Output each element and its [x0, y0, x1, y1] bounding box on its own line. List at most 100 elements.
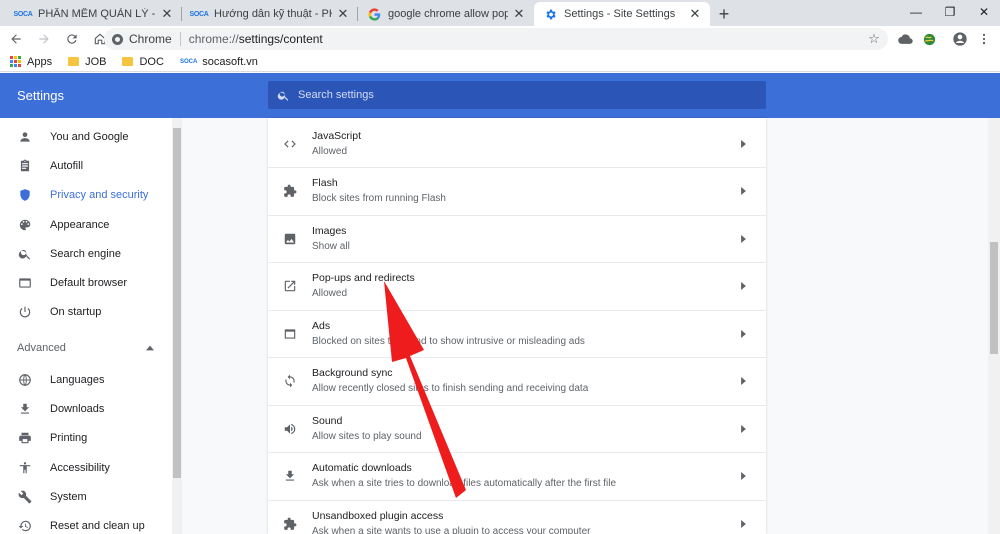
sidebar-item-autofill[interactable]: Autofill — [0, 151, 172, 180]
setting-row-sound[interactable]: Sound Allow sites to play sound — [268, 405, 766, 452]
url-path: settings/content — [238, 32, 323, 46]
bookmark-label: Apps — [27, 55, 53, 68]
setting-title: Images — [312, 225, 347, 237]
person-icon — [17, 129, 33, 145]
browser-tab[interactable]: google chrome allow pop ups - Google ✕ — [358, 2, 534, 26]
sidebar-item-privacy-and-security[interactable]: Privacy and security — [0, 181, 172, 210]
browser-tab-active[interactable]: Settings - Site Settings ✕ — [534, 2, 710, 26]
sidebar-item-label: Languages — [50, 373, 105, 386]
setting-title: Sound — [312, 415, 343, 427]
sidebar-advanced-toggle[interactable]: Advanced — [0, 333, 172, 362]
tab-close-icon[interactable]: ✕ — [512, 6, 526, 22]
sidebar-item-default-browser[interactable]: Default browser — [0, 268, 172, 297]
chevron-up-icon — [146, 342, 154, 354]
setting-subtitle: Blocked on sites that tend to show intru… — [312, 336, 585, 347]
sidebar-item-accessibility[interactable]: Accessibility — [0, 453, 172, 482]
sidebar-item-label: Reset and clean up — [50, 520, 145, 533]
setting-row-javascript[interactable]: JavaScript Allowed — [268, 120, 766, 167]
globe-icon — [17, 372, 33, 388]
sidebar-item-printing[interactable]: Printing — [0, 424, 172, 453]
reload-icon[interactable] — [60, 27, 84, 51]
bookmark-label: JOB — [85, 55, 107, 68]
setting-row-unsandboxed-plugin-access[interactable]: Unsandboxed plugin access Ask when a site… — [268, 500, 766, 534]
socasoft-favicon-icon: SOCA — [13, 10, 33, 18]
sidebar-section-label: Advanced — [17, 341, 66, 354]
sidebar-item-label: Search engine — [50, 247, 121, 260]
setting-subtitle: Ask when a site wants to use a plugin to… — [312, 526, 591, 534]
setting-title: Automatic downloads — [312, 462, 412, 474]
setting-title: JavaScript — [312, 129, 362, 142]
site-info-chip[interactable]: Chrome — [104, 32, 181, 46]
browser-toolbar: Chrome chrome://settings/content ☆ — [0, 26, 1000, 52]
sidebar-item-downloads[interactable]: Downloads — [0, 394, 172, 423]
chevron-right-icon — [720, 139, 766, 148]
tab-close-icon[interactable]: ✕ — [160, 6, 174, 22]
sidebar-item-label: Downloads — [50, 403, 105, 416]
chevron-right-icon — [720, 187, 766, 195]
setting-row-background-sync[interactable]: Background sync Allow recently closed sit… — [268, 357, 766, 404]
globe-extension-icon[interactable] — [920, 30, 938, 48]
minimize-icon[interactable]: — — [898, 0, 934, 24]
url-scheme: chrome:// — [188, 32, 239, 46]
page-scrollbar[interactable] — [988, 118, 1000, 534]
setting-title: Background sync — [312, 367, 393, 379]
setting-row-popups-and-redirects[interactable]: Pop-ups and redirects Allowed — [268, 262, 766, 309]
tab-title: Hướng dẫn kỹ thuật - PHẦN MỀM — [214, 8, 332, 20]
bookmark-star-icon[interactable]: ☆ — [864, 31, 884, 47]
setting-row-automatic-downloads[interactable]: Automatic downloads Ask when a site tries… — [268, 452, 766, 499]
bookmark-socasoft[interactable]: SOCA socasoft.vn — [180, 56, 258, 68]
setting-row-flash[interactable]: Flash Block sites from running Flash — [268, 167, 766, 214]
folder-icon — [68, 57, 80, 66]
sidebar-item-label: Accessibility — [50, 461, 110, 474]
tab-close-icon[interactable]: ✕ — [336, 6, 350, 22]
chevron-right-icon — [720, 472, 766, 480]
sidebar-item-on-startup[interactable]: On startup — [0, 298, 172, 327]
settings-header: Settings — [0, 73, 1000, 118]
sidebar-scrollbar-thumb[interactable] — [173, 128, 181, 478]
accessibility-icon — [17, 460, 33, 476]
setting-title: Unsandboxed plugin access — [312, 510, 444, 522]
sidebar-item-system[interactable]: System — [0, 482, 172, 511]
tab-strip: SOCA PHẦN MỀM QUẢN LÝ - SOCASOFT ✕ SOCA … — [0, 0, 1000, 26]
sidebar-item-search-engine[interactable]: Search engine — [0, 239, 172, 268]
chevron-right-icon — [720, 377, 766, 385]
bookmark-job[interactable]: JOB — [68, 56, 106, 68]
setting-title: Ads — [312, 320, 331, 332]
bookmark-doc[interactable]: DOC — [122, 56, 164, 68]
sidebar-item-you-and-google[interactable]: You and Google — [0, 122, 172, 151]
settings-search[interactable] — [268, 81, 766, 109]
setting-row-images[interactable]: Images Show all — [268, 215, 766, 262]
window-close-icon[interactable]: ✕ — [966, 0, 1000, 24]
setting-subtitle: Allowed — [312, 288, 348, 299]
sidebar-item-label: You and Google — [50, 130, 129, 143]
profile-avatar-icon[interactable] — [951, 30, 969, 48]
sidebar-item-label: Appearance — [50, 218, 110, 231]
sidebar-item-label: Privacy and security — [50, 189, 149, 202]
back-icon[interactable] — [4, 27, 28, 51]
sidebar-item-reset-and-clean-up[interactable]: Reset and clean up — [0, 512, 172, 534]
address-bar[interactable]: Chrome chrome://settings/content ☆ — [104, 28, 888, 50]
tab-title: google chrome allow pop ups - Google — [388, 8, 508, 20]
apps-grid-icon — [10, 56, 21, 67]
open-external-icon — [268, 279, 312, 293]
forward-icon[interactable] — [32, 27, 56, 51]
sidebar-item-languages[interactable]: Languages — [0, 365, 172, 394]
menu-kebab-icon[interactable] — [975, 30, 993, 48]
setting-row-ads[interactable]: Ads Blocked on sites that tend to show in… — [268, 310, 766, 357]
palette-icon — [17, 217, 33, 233]
cloud-extension-icon[interactable] — [896, 30, 914, 48]
puzzle-icon — [268, 184, 312, 198]
new-tab-button[interactable]: + — [710, 2, 738, 26]
sidebar-scrollbar[interactable] — [172, 118, 182, 534]
sidebar-item-appearance[interactable]: Appearance — [0, 210, 172, 239]
power-icon — [17, 304, 33, 320]
browser-tab[interactable]: SOCA Hướng dẫn kỹ thuật - PHẦN MỀM ✕ — [182, 2, 358, 26]
search-icon — [17, 246, 33, 262]
search-input[interactable] — [298, 89, 766, 101]
browser-tab[interactable]: SOCA PHẦN MỀM QUẢN LÝ - SOCASOFT ✕ — [6, 2, 182, 26]
page-scrollbar-thumb[interactable] — [990, 242, 998, 354]
tab-close-icon[interactable]: ✕ — [688, 6, 702, 22]
bookmark-apps[interactable]: Apps — [10, 56, 52, 68]
restore-icon[interactable]: ❐ — [932, 0, 968, 24]
site-settings-card: JavaScript Allowed Flash Block sites from … — [268, 118, 766, 534]
